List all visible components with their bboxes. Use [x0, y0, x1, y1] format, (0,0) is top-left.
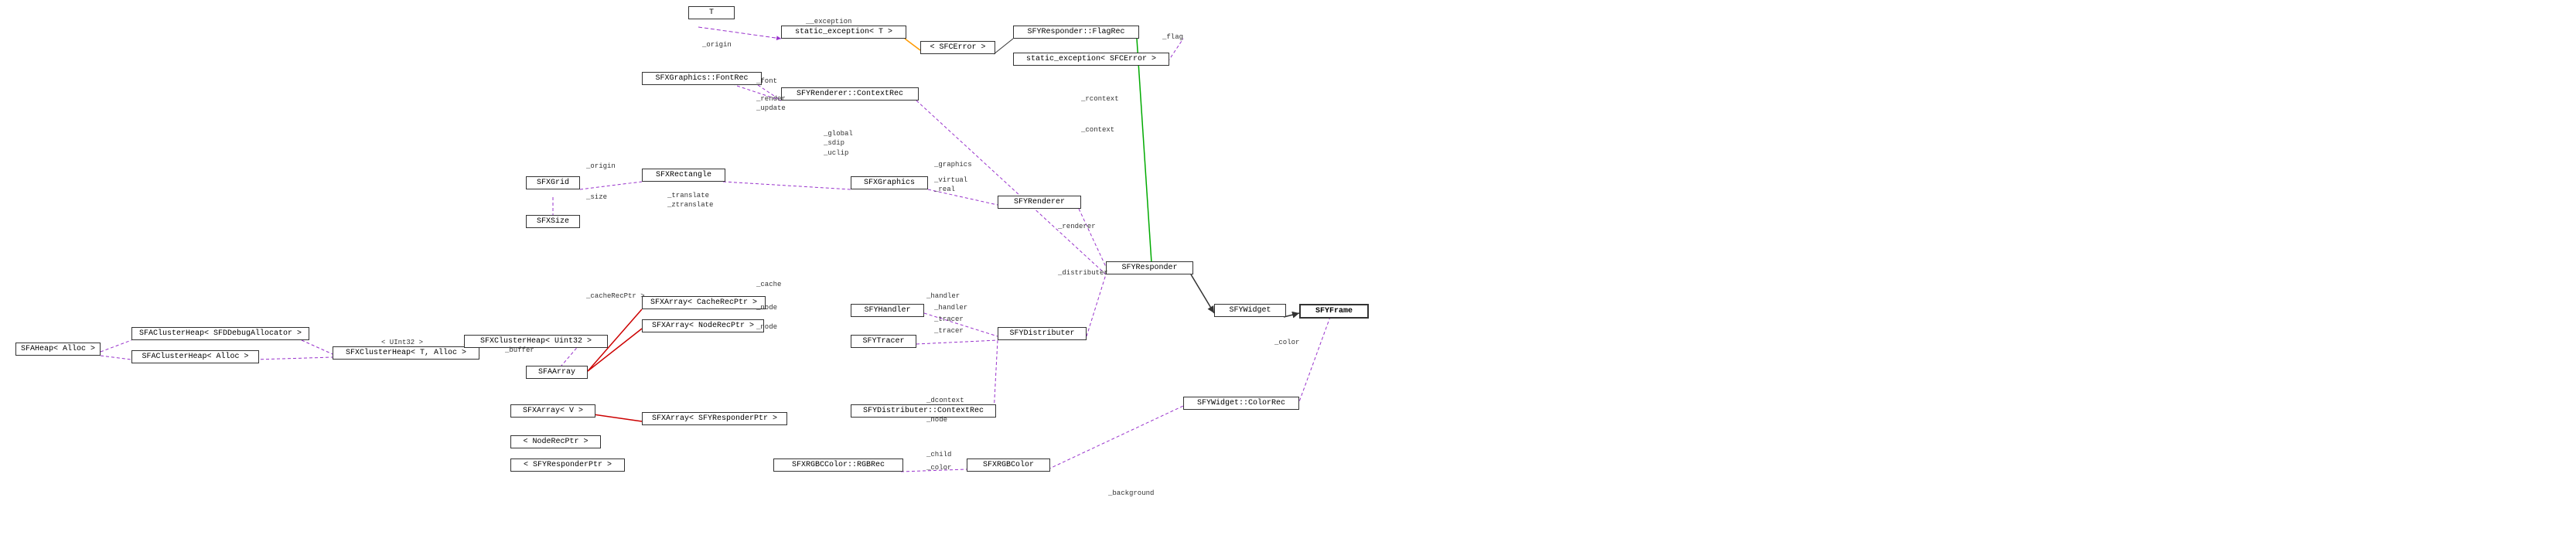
- node-SFXGrid: SFXGrid: [526, 176, 580, 189]
- node-SFYResponder: SFYResponder: [1106, 261, 1193, 274]
- label-context: _context: [1081, 126, 1114, 134]
- node-SFXClusterHeapUint32: SFXClusterHeap< Uint32 >: [464, 335, 608, 348]
- node-T: T: [688, 6, 735, 19]
- node-SFYResponderFlagRec: SFYResponder::FlagRec: [1013, 26, 1139, 39]
- label-size: _size: [586, 193, 607, 201]
- node-SFYHandler: SFYHandler: [851, 304, 924, 317]
- node-SFCError: < SFCError >: [920, 41, 995, 54]
- diagram-container: SFAHeap< Alloc > SFAClusterHeap< SFDDebu…: [0, 0, 2576, 542]
- label-exception: __exception: [806, 18, 851, 26]
- label-renderer: _renderer: [1058, 223, 1096, 230]
- arrows-svg: [0, 0, 2576, 542]
- label-distributer: _distributer: [1058, 269, 1108, 277]
- label-uclip: _uclip: [824, 149, 848, 157]
- label-cacheRecPtr: _cacheRecPtr >: [586, 292, 645, 300]
- label-cache: _cache: [756, 281, 781, 288]
- label-tracer2: _tracer: [934, 327, 964, 335]
- node-SFXArrayCacheRecPtr: SFXArray< CacheRecPtr >: [642, 296, 766, 309]
- node-SFAClusterHeapAlloc: SFAClusterHeap< Alloc >: [131, 350, 259, 363]
- node-SFXGraphicsFontRec: SFXGraphics::FontRec: [642, 72, 762, 85]
- node-SFYTracer: SFYTracer: [851, 335, 916, 348]
- label-flag: _flag: [1162, 33, 1183, 41]
- label-global: _global: [824, 130, 853, 138]
- label-dcontext: _dcontext: [926, 397, 964, 404]
- label-origin1: _origin: [702, 41, 732, 49]
- label-uint32: < UInt32 >: [381, 339, 423, 346]
- node-SFXRectangle: SFXRectangle: [642, 169, 725, 182]
- node-SFXArrayNodeRecPtr: SFXArray< NodeRecPtr >: [642, 319, 764, 332]
- node-SFYRendererContextRec: SFYRenderer::ContextRec: [781, 87, 919, 101]
- node-SFYDistributer: SFYDistributer: [998, 327, 1087, 340]
- label-rcontext: _rcontext: [1081, 95, 1119, 103]
- label-handler1: _handler: [926, 292, 960, 300]
- node-SFAHeapAlloc: SFAHeap< Alloc >: [15, 343, 101, 356]
- label-background: _background: [1108, 489, 1154, 497]
- label-graphics: _graphics: [934, 161, 972, 169]
- label-buffer: _buffer: [505, 346, 534, 354]
- node-SFXArrayV: SFXArray< V >: [510, 404, 595, 418]
- node-SFYDistributerContextRec: SFYDistributer::ContextRec: [851, 404, 996, 418]
- label-font: _font: [756, 77, 777, 85]
- node-NodeRecPtr: < NodeRecPtr >: [510, 435, 601, 448]
- node-SFYFrame: SFYFrame: [1299, 304, 1369, 319]
- node-SFYRenderer: SFYRenderer: [998, 196, 1081, 209]
- node-SFXRGBColor: SFXRGBColor: [967, 458, 1050, 472]
- label-update: _update: [756, 104, 786, 112]
- label-node2: _node: [756, 323, 777, 331]
- node-SFXArraySFYResponderPtr: SFXArray< SFYResponderPtr >: [642, 412, 787, 425]
- node-SFAArray: SFAArray: [526, 366, 588, 379]
- label-node3: _node: [926, 416, 947, 424]
- node-SFXRGBCColorRGBRec: SFXRGBCColor::RGBRec: [773, 458, 903, 472]
- label-color1: _color: [1274, 339, 1299, 346]
- label-ztranslate: _ztranslate: [667, 201, 713, 209]
- node-SFYResponderPtr: < SFYResponderPtr >: [510, 458, 625, 472]
- label-origin2: _origin: [586, 162, 616, 170]
- node-SFYWidgetColorRec: SFYWidget::ColorRec: [1183, 397, 1299, 410]
- node-staticExceptionSFCError: static_exception< SFCError >: [1013, 53, 1169, 66]
- label-handler2: _handler: [934, 304, 967, 312]
- label-render: _render: [756, 95, 786, 103]
- label-virtual: _virtual: [934, 176, 967, 184]
- node-SFXGraphics: SFXGraphics: [851, 176, 928, 189]
- label-real: _real: [934, 186, 955, 193]
- node-SFXSize: SFXSize: [526, 215, 580, 228]
- node-SFYWidget: SFYWidget: [1214, 304, 1286, 317]
- node-SFXClusterHeapT: SFXClusterHeap< T, Alloc >: [333, 346, 479, 360]
- node-SFAClusterHeapSFD: SFAClusterHeap< SFDDebugAllocator >: [131, 327, 309, 340]
- label-child: _child: [926, 451, 951, 458]
- label-color2: _color: [926, 464, 951, 472]
- label-tracer1: _tracer: [934, 315, 964, 323]
- label-sdip: _sdip: [824, 139, 844, 147]
- label-translate: _translate: [667, 192, 709, 199]
- label-node1: _node: [756, 304, 777, 312]
- node-staticExceptionT: static_exception< T >: [781, 26, 906, 39]
